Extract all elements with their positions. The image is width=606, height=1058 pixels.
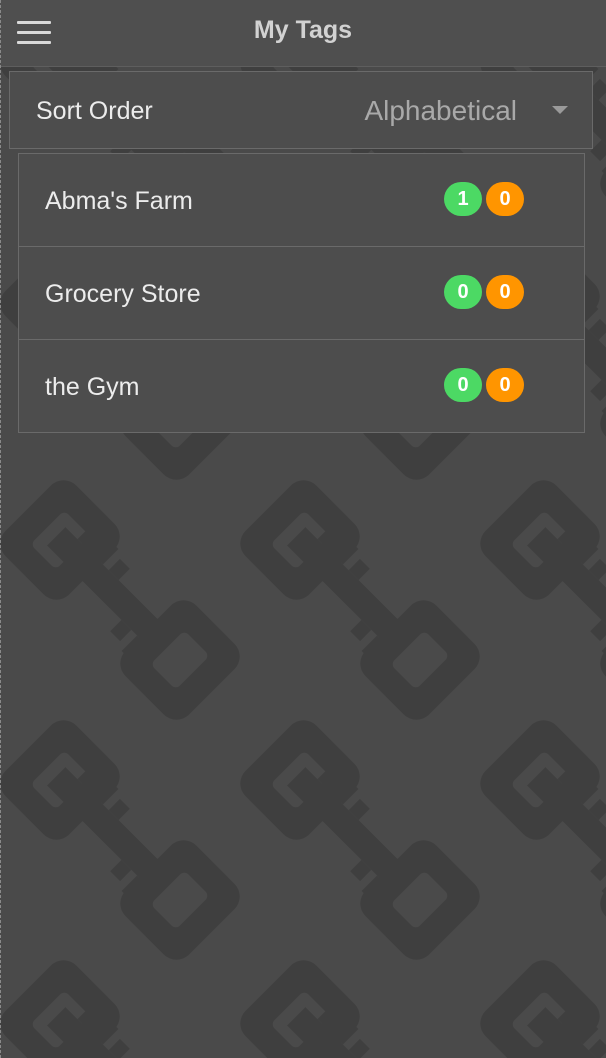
tag-badges: 0 0	[444, 275, 524, 309]
tag-item-grocery-store[interactable]: Grocery Store 0 0	[19, 247, 584, 340]
dropdown-caret-icon	[552, 106, 568, 114]
page-title: My Tags	[253, 16, 353, 44]
tag-item-the-gym[interactable]: the Gym 0 0	[19, 340, 584, 432]
tag-badges: 1 0	[444, 182, 524, 216]
tag-name: Grocery Store	[45, 280, 201, 308]
tag-item-abmas-farm[interactable]: Abma's Farm 1 0	[19, 154, 584, 247]
tag-name: Abma's Farm	[45, 187, 193, 215]
green-count-badge: 1	[444, 182, 482, 216]
tag-name: the Gym	[45, 373, 140, 401]
green-count-badge: 0	[444, 368, 482, 402]
app-header: My Tags	[0, 0, 606, 67]
sort-order-label: Sort Order	[36, 97, 153, 125]
orange-count-badge: 0	[486, 182, 524, 216]
orange-count-badge: 0	[486, 368, 524, 402]
left-edge-dashed-line	[0, 0, 1, 1058]
sort-order-select[interactable]: Sort Order Alphabetical	[9, 71, 593, 149]
orange-count-badge: 0	[486, 275, 524, 309]
tag-list: Abma's Farm 1 0 Grocery Store 0 0 the Gy…	[18, 153, 585, 433]
green-count-badge: 0	[444, 275, 482, 309]
sort-order-value: Alphabetical	[364, 95, 517, 126]
tag-badges: 0 0	[444, 368, 524, 402]
